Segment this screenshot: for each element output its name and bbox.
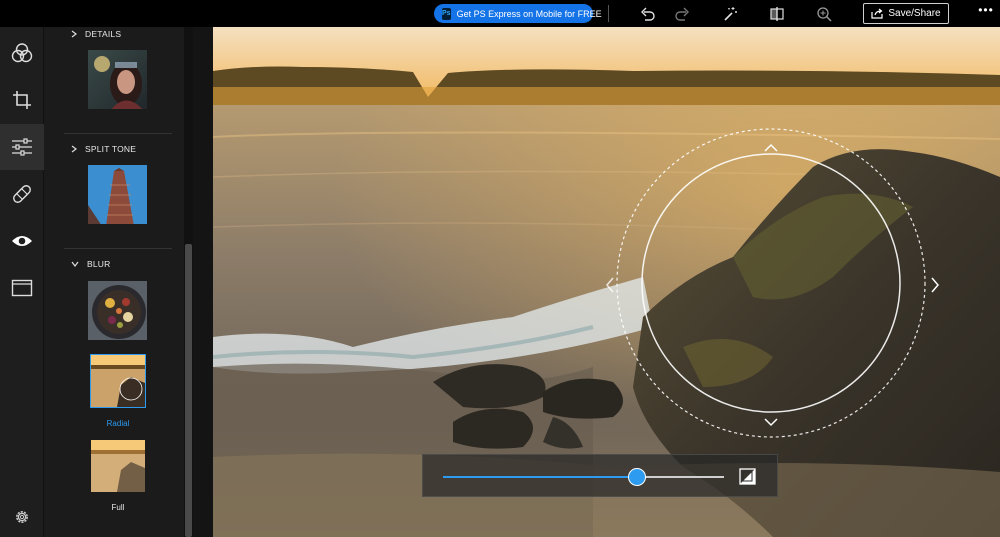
zoom-icon[interactable]: [815, 5, 833, 23]
crop-icon: [13, 91, 31, 109]
food-plate-thumbnail-image: [88, 281, 147, 340]
promo-label: Get PS Express on Mobile for FREE: [456, 8, 602, 19]
blur-option-full[interactable]: [90, 439, 146, 493]
section-blur[interactable]: BLUR: [71, 257, 110, 271]
adjustments-panel: DETAILS SPLIT TONE BLUR Radial Full: [44, 27, 184, 537]
tool-rail: [0, 27, 44, 537]
blur-amount-slider-knob[interactable]: [628, 468, 646, 486]
rail-item-red-eye[interactable]: [0, 218, 44, 264]
blur-thumbnail[interactable]: [87, 280, 148, 341]
section-details[interactable]: DETAILS: [71, 27, 121, 41]
undo-icon[interactable]: [639, 5, 657, 23]
rail-item-looks[interactable]: [0, 30, 44, 76]
save-share-button[interactable]: Save/Share: [863, 3, 949, 24]
full-blur-thumbnail-image: [91, 440, 145, 492]
blur-option-label: Full: [111, 503, 125, 512]
get-mobile-app-button[interactable]: Ps Get PS Express on Mobile for FREE: [434, 4, 602, 23]
blur-option-label: Radial: [106, 419, 130, 428]
blur-amount-slider-fill: [443, 476, 637, 478]
auto-fix-wand-icon[interactable]: [721, 5, 739, 23]
eye-icon: [12, 236, 32, 246]
chevron-down-icon: [71, 261, 79, 267]
canvas-gutter: [193, 27, 213, 537]
sliders-icon: [12, 138, 32, 156]
share-icon: [871, 8, 883, 19]
gear-icon: [16, 511, 28, 523]
frame-icon: [11, 279, 33, 297]
section-label: BLUR: [87, 259, 111, 269]
section-split-tone[interactable]: SPLIT TONE: [71, 142, 136, 156]
rail-item-adjustments[interactable]: [0, 124, 44, 170]
overlapping-circles-icon: [11, 43, 33, 63]
bandage-icon: [13, 185, 31, 203]
rail-item-healing[interactable]: [0, 171, 44, 217]
chevron-right-icon: [71, 30, 77, 38]
chevron-right-icon: [71, 145, 77, 153]
panel-divider: [64, 248, 172, 249]
toolbar-divider: [608, 5, 609, 22]
radial-blur-thumbnail-image: [91, 355, 145, 407]
save-share-label: Save/Share: [888, 8, 941, 19]
rail-item-crop[interactable]: [0, 77, 44, 123]
panel-scrollbar-thumb[interactable]: [185, 244, 192, 537]
rail-item-borders[interactable]: [0, 265, 44, 311]
rail-item-settings[interactable]: [0, 497, 44, 537]
more-options-icon[interactable]: •••: [976, 4, 996, 21]
portrait-thumbnail-image: [88, 50, 147, 109]
building-thumbnail-image: [88, 165, 147, 224]
split-tone-thumbnail[interactable]: [87, 164, 148, 225]
invert-mask-icon[interactable]: [739, 468, 756, 485]
details-thumbnail[interactable]: [87, 49, 148, 110]
blur-amount-slider-panel: [422, 454, 778, 497]
section-label: DETAILS: [85, 29, 122, 39]
top-bar: Ps Get PS Express on Mobile for FREE Sav…: [0, 0, 1000, 27]
panel-divider: [64, 133, 172, 134]
compare-before-after-icon[interactable]: [768, 5, 786, 23]
ps-express-logo-icon: Ps: [442, 7, 451, 20]
redo-icon[interactable]: [673, 5, 691, 23]
blur-amount-slider-track[interactable]: [443, 468, 724, 486]
section-label: SPLIT TONE: [85, 144, 137, 154]
blur-option-radial[interactable]: [90, 354, 146, 408]
